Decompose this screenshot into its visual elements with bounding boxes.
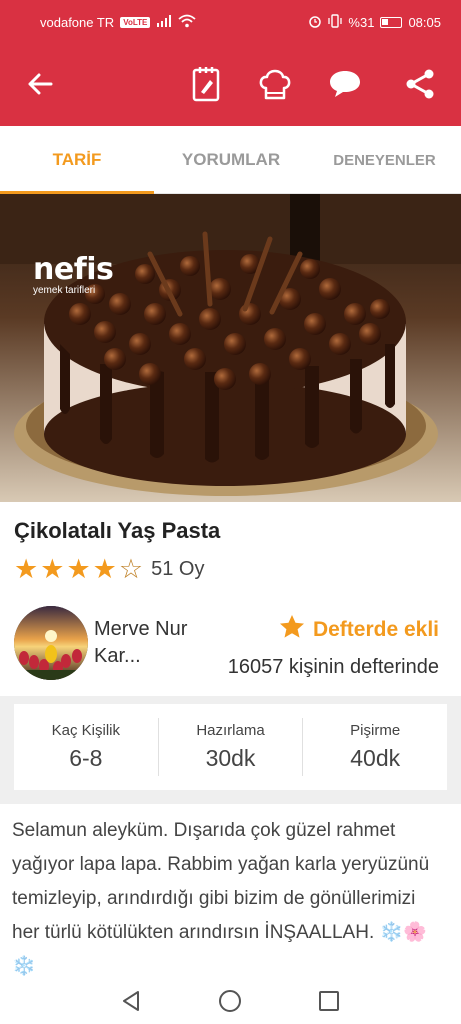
cook-time-value: 40dk xyxy=(350,745,401,771)
recipe-description: Selamun aleyküm. Dışarıda çok güzel rahm… xyxy=(12,820,430,977)
servings-label: Kaç Kişilik xyxy=(51,722,121,739)
prep-time-info: Hazırlama 30dk xyxy=(159,718,304,776)
carrier-name: vodafone TR xyxy=(40,15,115,30)
recipe-info-section: Kaç Kişilik 6-8 Hazırlama 30dk Pişirme 4… xyxy=(0,696,461,804)
recipe-title: Çikolatalı Yaş Pasta xyxy=(14,518,221,543)
tab-deneyenler[interactable]: DENEYENLER xyxy=(308,126,461,194)
comment-icon[interactable] xyxy=(325,64,365,104)
star-filled-icon: ★ xyxy=(66,554,91,584)
clock: 08:05 xyxy=(408,15,441,30)
signal-icon xyxy=(156,15,172,30)
battery-percent: %31 xyxy=(348,15,375,30)
author-row: Merve Nur Kar... Defterde ekli 16057 kiş… xyxy=(0,596,461,696)
notebook-count: 16057 kişinin defterinde xyxy=(227,656,439,678)
cook-time-label: Pişirme xyxy=(350,722,401,739)
home-circle-icon[interactable] xyxy=(217,988,243,1014)
wifi-icon xyxy=(178,14,196,31)
vote-count: 51 Oy xyxy=(151,558,205,580)
author-name[interactable]: Merve Nur Kar... xyxy=(94,616,194,670)
star-filled-icon: ★ xyxy=(14,554,39,584)
avatar[interactable] xyxy=(14,606,88,680)
recipe-photo[interactable]: nefis yemek tarifleri xyxy=(0,194,461,502)
chef-hat-icon[interactable] xyxy=(255,64,295,104)
servings-value: 6-8 xyxy=(69,745,103,771)
star-empty-icon: ☆ xyxy=(118,554,144,584)
app-bar xyxy=(0,44,461,126)
back-triangle-icon[interactable] xyxy=(118,988,144,1014)
vibrate-icon xyxy=(328,14,343,31)
recipe-info-card: Kaç Kişilik 6-8 Hazırlama 30dk Pişirme 4… xyxy=(14,704,447,790)
notebook-icon[interactable] xyxy=(186,64,226,104)
cake-illustration xyxy=(0,194,461,502)
star-filled-icon: ★ xyxy=(92,554,117,584)
logo-name: nefis xyxy=(33,252,114,287)
cook-time-info: Pişirme 40dk xyxy=(303,718,447,776)
recents-square-icon[interactable] xyxy=(316,988,342,1014)
notebook-status-label: Defterde ekli xyxy=(312,617,439,641)
rating-stars[interactable]: ★ ★ ★ ★ ☆ 51 Oy xyxy=(14,556,204,583)
status-bar: vodafone TR VoLTE %31 08:05 xyxy=(0,0,461,44)
star-filled-icon: ★ xyxy=(40,554,65,584)
prep-time-label: Hazırlama xyxy=(196,722,265,739)
volte-badge: VoLTE xyxy=(120,17,151,28)
notebook-status[interactable]: Defterde ekli xyxy=(279,614,439,645)
star-icon xyxy=(279,614,305,645)
tab-yorumlar[interactable]: YORUMLAR xyxy=(154,126,308,194)
back-arrow-icon[interactable] xyxy=(20,64,60,104)
system-nav-bar xyxy=(0,976,461,1024)
prep-time-value: 30dk xyxy=(205,745,256,771)
tab-tarif[interactable]: TARİF xyxy=(0,126,154,194)
servings-info: Kaç Kişilik 6-8 xyxy=(14,718,159,776)
nefis-logo: nefis yemek tarifleri xyxy=(33,252,114,296)
alarm-icon xyxy=(308,14,322,31)
share-icon[interactable] xyxy=(400,64,440,104)
battery-icon xyxy=(380,17,403,28)
tab-bar: TARİF YORUMLAR DENEYENLER xyxy=(0,126,461,194)
